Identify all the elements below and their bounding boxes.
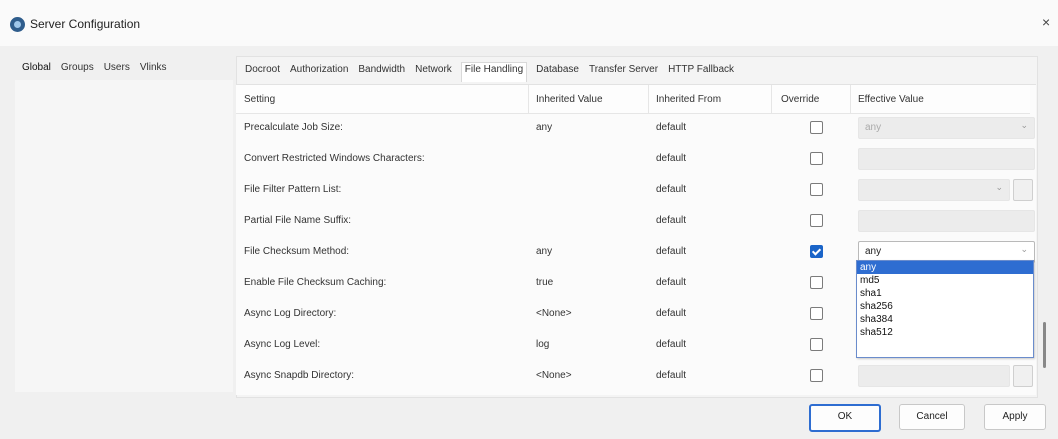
dropdown-option[interactable]: any [857, 261, 1033, 274]
inherited-value: true [536, 277, 554, 288]
chevron-down-icon: ⌄ [1020, 120, 1028, 130]
setting-label: Partial File Name Suffix: [244, 215, 352, 226]
chevron-down-icon: ⌄ [1020, 244, 1028, 254]
tab-file-handling[interactable]: File Handling [460, 62, 528, 82]
tab-docroot[interactable]: Docroot [244, 64, 281, 82]
column-divider [850, 85, 851, 113]
table-row: File Filter Pattern List: default ⌄ [236, 175, 1033, 206]
table-row: Convert Restricted Windows Characters: d… [236, 144, 1035, 175]
inherited-value: <None> [536, 308, 572, 319]
override-checkbox[interactable] [810, 307, 823, 320]
inherited-value: any [536, 122, 553, 133]
tab-global[interactable]: Global [22, 62, 51, 78]
tab-authorization[interactable]: Authorization [289, 64, 349, 82]
inherited-from: default [656, 339, 687, 350]
override-checkbox[interactable] [810, 369, 823, 382]
dropdown-option[interactable]: sha256 [857, 300, 1033, 313]
tab-network[interactable]: Network [414, 64, 453, 82]
column-divider [771, 85, 772, 113]
column-divider [528, 85, 529, 113]
header-inherited-from[interactable]: Inherited From [656, 94, 721, 105]
inherited-from: default [656, 153, 687, 164]
effective-value-text: any [865, 122, 882, 133]
vertical-scrollbar[interactable] [1043, 322, 1046, 368]
effective-value-select[interactable]: any ⌄ [858, 117, 1035, 139]
left-tree-panel[interactable] [15, 80, 233, 392]
inherited-from: default [656, 184, 687, 195]
header-effective-value[interactable]: Effective Value [858, 94, 924, 105]
effective-value-field[interactable] [858, 148, 1035, 170]
server-configuration-window: Server Configuration × Global Groups Use… [0, 0, 1058, 439]
inherited-value: log [536, 339, 550, 350]
effective-value-field[interactable] [858, 210, 1035, 232]
title-bar: Server Configuration × [0, 0, 1058, 46]
header-setting[interactable]: Setting [244, 94, 275, 105]
browse-button[interactable] [1013, 179, 1033, 201]
table-row: Async Snapdb Directory: <None> default [236, 361, 1033, 392]
checksum-method-dropdown-list[interactable]: any md5 sha1 sha256 sha384 sha512 [856, 260, 1034, 358]
setting-label: File Filter Pattern List: [244, 184, 342, 195]
override-checkbox[interactable] [810, 276, 823, 289]
setting-label: Async Snapdb Directory: [244, 370, 355, 381]
table-row: Partial File Name Suffix: default [236, 206, 1035, 237]
tab-users[interactable]: Users [104, 62, 130, 78]
inherited-from: default [656, 246, 687, 257]
effective-value-select[interactable]: ⌄ [858, 179, 1010, 201]
setting-label: Async Log Directory: [244, 308, 337, 319]
inherited-from: default [656, 122, 687, 133]
apply-button[interactable]: Apply [984, 404, 1046, 430]
effective-value-field[interactable] [858, 365, 1010, 387]
tab-database[interactable]: Database [535, 64, 580, 82]
override-checkbox[interactable] [810, 214, 823, 227]
inherited-from: default [656, 308, 687, 319]
inherited-value: any [536, 246, 553, 257]
ok-button[interactable]: OK [809, 404, 881, 432]
override-checkbox[interactable] [810, 245, 823, 258]
inherited-from: default [656, 215, 687, 226]
window-title: Server Configuration [30, 17, 141, 31]
effective-value-text: any [865, 246, 882, 257]
override-checkbox[interactable] [810, 152, 823, 165]
table-row: Precalculate Job Size: any default any ⌄ [236, 113, 1035, 144]
table-header: Setting Inherited Value Inherited From O… [236, 85, 1030, 114]
setting-label: Precalculate Job Size: [244, 122, 343, 133]
dropdown-option[interactable]: sha512 [857, 326, 1033, 339]
dropdown-option[interactable]: md5 [857, 274, 1033, 287]
browse-button[interactable] [1013, 365, 1033, 387]
dropdown-option[interactable]: sha1 [857, 287, 1033, 300]
header-inherited-value[interactable]: Inherited Value [536, 94, 603, 105]
inherited-value: <None> [536, 370, 572, 381]
tab-groups[interactable]: Groups [61, 62, 94, 78]
tab-bandwidth[interactable]: Bandwidth [357, 64, 406, 82]
app-icon [10, 17, 25, 32]
column-divider [648, 85, 649, 113]
setting-label: Async Log Level: [244, 339, 321, 350]
setting-label: Enable File Checksum Caching: [244, 277, 387, 288]
left-tab-bar: Global Groups Users Vlinks [22, 62, 167, 78]
override-checkbox[interactable] [810, 121, 823, 134]
setting-label: Convert Restricted Windows Characters: [244, 153, 425, 164]
override-checkbox[interactable] [810, 183, 823, 196]
settings-tab-bar: Docroot Authorization Bandwidth Network … [244, 62, 735, 82]
tab-vlinks[interactable]: Vlinks [140, 62, 167, 78]
setting-label: File Checksum Method: [244, 246, 350, 257]
override-checkbox[interactable] [810, 338, 823, 351]
dropdown-option[interactable]: sha384 [857, 313, 1033, 326]
cancel-button[interactable]: Cancel [899, 404, 965, 430]
chevron-down-icon: ⌄ [995, 182, 1003, 192]
tab-transfer-server[interactable]: Transfer Server [588, 64, 659, 82]
close-icon[interactable]: × [1042, 14, 1050, 30]
tab-http-fallback[interactable]: HTTP Fallback [667, 64, 735, 82]
inherited-from: default [656, 370, 687, 381]
inherited-from: default [656, 277, 687, 288]
header-override[interactable]: Override [781, 94, 819, 105]
